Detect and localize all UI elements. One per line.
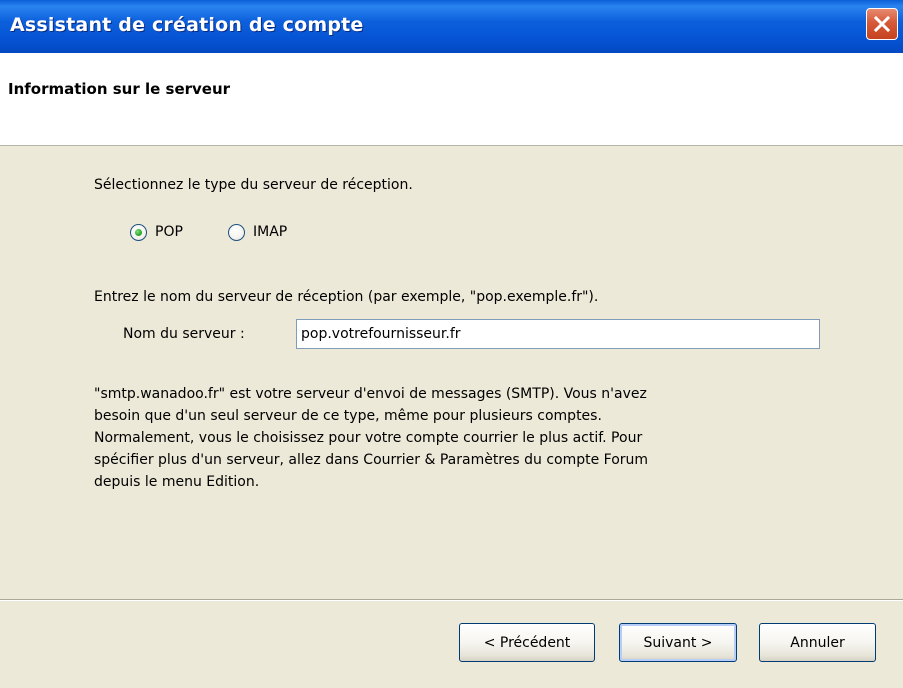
close-icon (873, 15, 891, 33)
pop-radio-label[interactable]: POP (155, 224, 183, 240)
window-title: Assistant de création de compte (10, 14, 364, 36)
pop-radio[interactable] (130, 224, 147, 241)
footer-divider (0, 599, 903, 601)
server-type-prompt: Sélectionnez le type du serveur de récep… (94, 177, 413, 193)
previous-button[interactable]: < Précédent (459, 623, 595, 662)
title-bar[interactable]: Assistant de création de compte (0, 0, 903, 53)
cancel-button[interactable]: Annuler (759, 623, 876, 662)
imap-radio-label[interactable]: IMAP (253, 224, 287, 240)
imap-radio[interactable] (228, 224, 245, 241)
server-name-input[interactable] (296, 319, 820, 349)
close-button[interactable] (866, 8, 898, 40)
page-title: Information sur le serveur (8, 80, 231, 98)
smtp-info-text: "smtp.wanadoo.fr" est votre serveur d'en… (94, 386, 649, 490)
radio-selected-dot (135, 229, 142, 236)
wizard-window: Assistant de création de compte Informat… (0, 0, 903, 688)
next-button[interactable]: Suivant > (619, 623, 737, 662)
server-name-prompt: Entrez le nom du serveur de réception (p… (94, 289, 599, 305)
server-name-label: Nom du serveur : (123, 326, 245, 342)
wizard-header: Information sur le serveur (0, 53, 903, 146)
